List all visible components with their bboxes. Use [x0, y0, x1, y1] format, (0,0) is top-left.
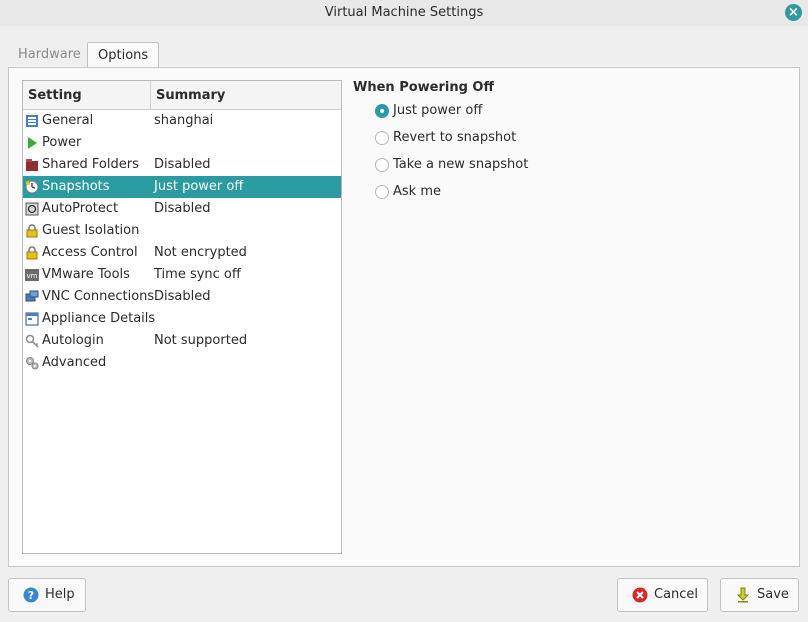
list-item-label: Appliance Details — [42, 311, 156, 326]
settings-list[interactable]: Setting Summary General shanghai Power S… — [22, 80, 342, 554]
list-header: Setting Summary — [23, 81, 341, 110]
list-item-autologin[interactable]: Autologin Not supported — [23, 330, 341, 352]
autoprotect-icon — [25, 202, 39, 216]
radio-indicator[interactable] — [375, 131, 389, 145]
tab-options[interactable]: Options — [87, 42, 160, 69]
list-item-label: AutoProtect — [42, 201, 119, 216]
help-button[interactable]: ? Help — [8, 578, 86, 612]
list-item-snapshots[interactable]: Snapshots Just power off — [23, 176, 341, 198]
appliance-icon — [25, 312, 39, 326]
list-item-label: Shared Folders — [42, 157, 139, 172]
list-item-shared-folders[interactable]: Shared Folders Disabled — [23, 154, 341, 176]
list-item-appliance-details[interactable]: Appliance Details — [23, 308, 341, 330]
window-title: Virtual Machine Settings — [324, 5, 484, 20]
svg-text:?: ? — [28, 589, 34, 602]
list-item-summary: Disabled — [154, 289, 211, 304]
help-icon: ? — [23, 587, 39, 603]
save-button[interactable]: Save — [720, 578, 799, 612]
list-item-guest-isolation[interactable]: Guest Isolation — [23, 220, 341, 242]
vnc-icon — [25, 290, 39, 302]
help-button-label: Help — [45, 587, 75, 602]
options-panel: Setting Summary General shanghai Power S… — [8, 67, 800, 567]
list-item-label: General — [42, 113, 94, 128]
cancel-icon — [632, 587, 648, 603]
key-icon — [25, 334, 39, 348]
close-icon[interactable]: × — [785, 4, 802, 21]
title-bar: Virtual Machine Settings × — [0, 0, 808, 26]
shared-folders-icon — [26, 159, 38, 171]
column-header-setting[interactable]: Setting — [28, 81, 82, 110]
tab-hardware[interactable]: Hardware — [8, 42, 91, 68]
list-item-label: Autologin — [42, 333, 104, 348]
column-header-summary[interactable]: Summary — [156, 81, 225, 110]
radio-indicator[interactable] — [375, 104, 389, 118]
save-icon — [736, 587, 750, 603]
list-item-label: Guest Isolation — [42, 223, 140, 238]
power-icon — [28, 137, 37, 149]
column-divider[interactable] — [150, 81, 151, 110]
lock-icon — [26, 224, 38, 238]
svg-text:vm: vm — [27, 272, 38, 280]
list-item-label: Advanced — [42, 355, 107, 370]
list-item-label: Snapshots — [42, 179, 110, 194]
cancel-button-label: Cancel — [654, 587, 699, 602]
section-title: When Powering Off — [353, 80, 495, 95]
list-item-label: VNC Connections — [42, 289, 155, 304]
radio-label[interactable]: Revert to snapshot — [393, 129, 516, 147]
list-item-label: VMware Tools — [42, 267, 130, 282]
list-item-advanced[interactable]: Advanced — [23, 352, 341, 374]
list-item-access-control[interactable]: Access Control Not encrypted — [23, 242, 341, 264]
general-icon — [26, 115, 38, 127]
cancel-button[interactable]: Cancel — [617, 578, 708, 612]
list-item-autoprotect[interactable]: AutoProtect Disabled — [23, 198, 341, 220]
radio-label[interactable]: Just power off — [393, 102, 482, 120]
radio-label[interactable]: Take a new snapshot — [393, 156, 528, 174]
list-item-summary: Not supported — [154, 333, 248, 348]
list-item-vnc-connections[interactable]: VNC Connections Disabled — [23, 286, 341, 308]
save-button-label: Save — [757, 587, 789, 602]
list-item-summary: Time sync off — [154, 267, 241, 282]
radio-indicator[interactable] — [375, 158, 389, 172]
list-item-vmware-tools[interactable]: vm VMware Tools Time sync off — [23, 264, 341, 286]
snapshots-icon — [25, 180, 39, 194]
list-item-power[interactable]: Power — [23, 132, 341, 154]
list-item-label: Power — [42, 135, 82, 150]
list-item-summary: Disabled — [154, 201, 211, 216]
list-item-summary: Just power off — [154, 179, 244, 194]
vmware-tools-icon: vm — [25, 269, 39, 281]
list-item-summary: Disabled — [154, 157, 211, 172]
radio-indicator[interactable] — [375, 185, 389, 199]
list-item-general[interactable]: General shanghai — [23, 110, 341, 132]
list-item-summary: shanghai — [154, 113, 214, 128]
gears-icon — [26, 357, 39, 370]
radio-label[interactable]: Ask me — [393, 183, 441, 201]
list-item-summary: Not encrypted — [154, 245, 247, 260]
lock-icon — [26, 246, 38, 260]
list-item-label: Access Control — [42, 245, 138, 260]
